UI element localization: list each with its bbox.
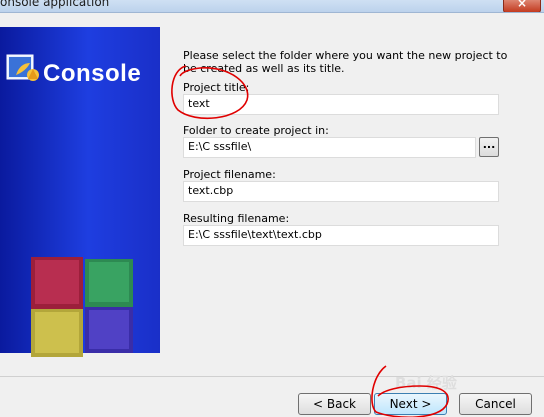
project-title-input[interactable]: text bbox=[183, 94, 499, 115]
app-logo-icon bbox=[6, 54, 39, 81]
window-title: onsole application bbox=[0, 0, 110, 9]
intro-text: Please select the folder where you want … bbox=[183, 49, 508, 75]
footer-divider bbox=[0, 376, 544, 377]
window-titlebar[interactable]: onsole application × bbox=[0, 0, 544, 13]
wizard-body: Console Please select the folder where y… bbox=[0, 13, 544, 417]
wizard-side-panel: Console bbox=[0, 27, 160, 357]
resulting-filename-field: E:\C sssfile\text\text.cbp bbox=[183, 225, 499, 246]
cancel-button[interactable]: Cancel bbox=[459, 393, 532, 415]
project-title-label: Project title: bbox=[183, 81, 250, 94]
browse-button[interactable]: ... bbox=[479, 137, 499, 157]
watermark: Bai 经验 bbox=[395, 374, 457, 392]
folder-input[interactable]: E:\C sssfile\ bbox=[183, 137, 476, 158]
next-button[interactable]: Next > bbox=[374, 393, 447, 415]
folder-label: Folder to create project in: bbox=[183, 124, 329, 137]
project-filename-input[interactable]: text.cbp bbox=[183, 181, 499, 202]
console-logo-text: Console bbox=[43, 60, 142, 87]
back-button[interactable]: < Back bbox=[298, 393, 371, 415]
resulting-filename-label: Resulting filename: bbox=[183, 212, 290, 225]
project-filename-label: Project filename: bbox=[183, 168, 276, 181]
close-button[interactable]: × bbox=[503, 0, 541, 12]
close-icon: × bbox=[517, 0, 528, 10]
cubes-icon bbox=[31, 257, 133, 357]
